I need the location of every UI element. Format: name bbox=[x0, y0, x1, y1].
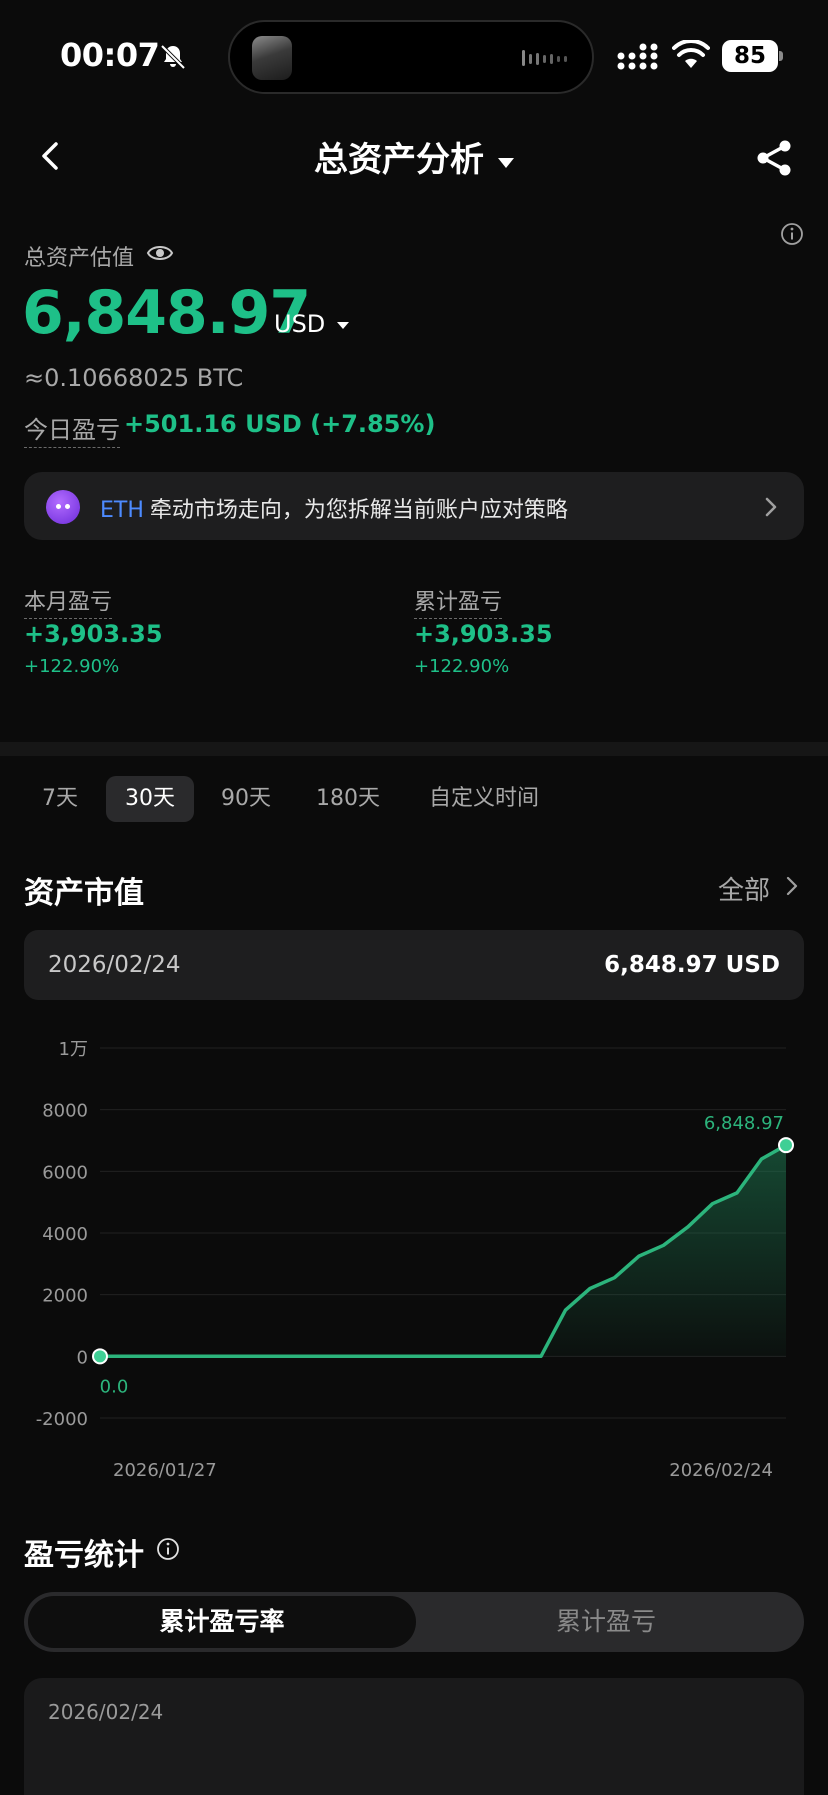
chart-data-point bbox=[778, 1137, 794, 1154]
pnl-detail-date: 2026/02/24 bbox=[48, 1700, 164, 1724]
nav-header: 总资产分析 bbox=[0, 118, 828, 194]
eye-icon[interactable] bbox=[146, 242, 174, 264]
banner-message: 牵动市场走向，为您拆解当前账户应对策略 bbox=[149, 498, 568, 523]
audio-wave-icon bbox=[522, 50, 567, 66]
btc-equivalent: ≈0.10668025 BTC bbox=[24, 364, 244, 392]
tab-90d[interactable]: 90天 bbox=[206, 776, 286, 822]
info-icon[interactable] bbox=[156, 1537, 180, 1561]
asset-value-title: 资产市值 bbox=[24, 876, 144, 911]
y-tick-label: 1万 bbox=[59, 1039, 88, 1060]
now-playing-cover bbox=[252, 36, 292, 80]
y-tick-label: 4000 bbox=[42, 1224, 88, 1245]
y-tick-label: 8000 bbox=[42, 1101, 88, 1122]
share-icon[interactable] bbox=[754, 138, 794, 178]
seg-cumulative-pnl[interactable]: 累计盈亏 bbox=[412, 1596, 800, 1648]
tab-7d[interactable]: 7天 bbox=[24, 776, 96, 822]
total-balance-value: 6,848.97 bbox=[22, 278, 311, 348]
x-tick-label: 2026/02/24 bbox=[669, 1460, 773, 1480]
info-icon[interactable] bbox=[780, 222, 804, 246]
chart-data-point bbox=[92, 1348, 108, 1365]
total-assets-label: 总资产估值 bbox=[24, 246, 135, 271]
chart-end-label: 6,848.97 bbox=[704, 1113, 784, 1134]
battery-level: 85 bbox=[722, 40, 778, 72]
pnl-segmented-control: 累计盈亏率 累计盈亏 bbox=[24, 1592, 804, 1652]
month-pnl-value: +3,903.35 bbox=[24, 620, 163, 648]
tab-custom-time[interactable]: 自定义时间 bbox=[412, 776, 556, 822]
battery-nub bbox=[779, 51, 783, 61]
battery-indicator: 85 bbox=[722, 40, 784, 72]
total-pnl-label[interactable]: 累计盈亏 bbox=[414, 584, 503, 619]
y-tick-label: -2000 bbox=[36, 1409, 88, 1430]
x-tick-label: 2026/01/27 bbox=[113, 1460, 217, 1480]
cellular-signal-icon bbox=[617, 43, 658, 70]
selected-point-box: 2026/02/24 6,848.97 USD bbox=[24, 930, 804, 1000]
y-tick-label: 2000 bbox=[42, 1286, 88, 1307]
status-time: 00:07 bbox=[60, 36, 160, 74]
tab-30d[interactable]: 30天 bbox=[106, 776, 194, 822]
chart-area-fill bbox=[100, 1145, 786, 1357]
page-title: 总资产分析 bbox=[314, 140, 484, 180]
currency-caret-icon[interactable] bbox=[337, 322, 349, 329]
all-assets-link[interactable]: 全部 bbox=[718, 870, 770, 907]
section-divider bbox=[0, 742, 828, 756]
total-pnl-percent: +122.90% bbox=[414, 656, 510, 677]
total-pnl-value: +3,903.35 bbox=[414, 620, 553, 648]
chevron-right-icon[interactable] bbox=[786, 876, 798, 896]
bell-muted-icon bbox=[160, 44, 186, 70]
y-tick-label: 6000 bbox=[42, 1162, 88, 1183]
selected-value: 6,848.97 USD bbox=[604, 952, 780, 978]
y-tick-label: 0 bbox=[77, 1347, 88, 1368]
today-pnl-label[interactable]: 今日盈亏 bbox=[24, 410, 120, 448]
banner-coin: ETH bbox=[100, 498, 144, 523]
status-bar: 00:07 85 bbox=[0, 0, 828, 112]
asset-value-chart[interactable]: 1万 8000 6000 4000 2000 0 -2000 0.0 6,848.97 2026… bbox=[0, 1020, 828, 1480]
seg-cumulative-rate[interactable]: 累计盈亏率 bbox=[28, 1596, 416, 1648]
ai-assistant-icon bbox=[46, 490, 80, 524]
chevron-right-icon bbox=[765, 497, 777, 517]
currency-selector[interactable]: USD bbox=[274, 310, 325, 338]
dynamic-island[interactable] bbox=[228, 20, 594, 94]
wifi-icon bbox=[672, 40, 710, 68]
chart-start-label: 0.0 bbox=[100, 1376, 129, 1397]
ai-insight-banner[interactable]: ETH 牵动市场走向，为您拆解当前账户应对策略 bbox=[24, 472, 804, 540]
month-pnl-label[interactable]: 本月盈亏 bbox=[24, 584, 113, 619]
today-pnl-value: +501.16 USD (+7.85%) bbox=[124, 410, 436, 438]
month-pnl-percent: +122.90% bbox=[24, 656, 120, 677]
selected-date: 2026/02/24 bbox=[48, 952, 181, 978]
banner-text: ETH 牵动市场走向，为您拆解当前账户应对策略 bbox=[100, 492, 568, 524]
pnl-stats-title: 盈亏统计 bbox=[24, 1538, 144, 1573]
caret-down-icon bbox=[498, 157, 514, 168]
tab-180d[interactable]: 180天 bbox=[300, 776, 396, 822]
title-dropdown[interactable]: 总资产分析 bbox=[0, 132, 828, 181]
pnl-detail-card: 2026/02/24 bbox=[24, 1678, 804, 1795]
